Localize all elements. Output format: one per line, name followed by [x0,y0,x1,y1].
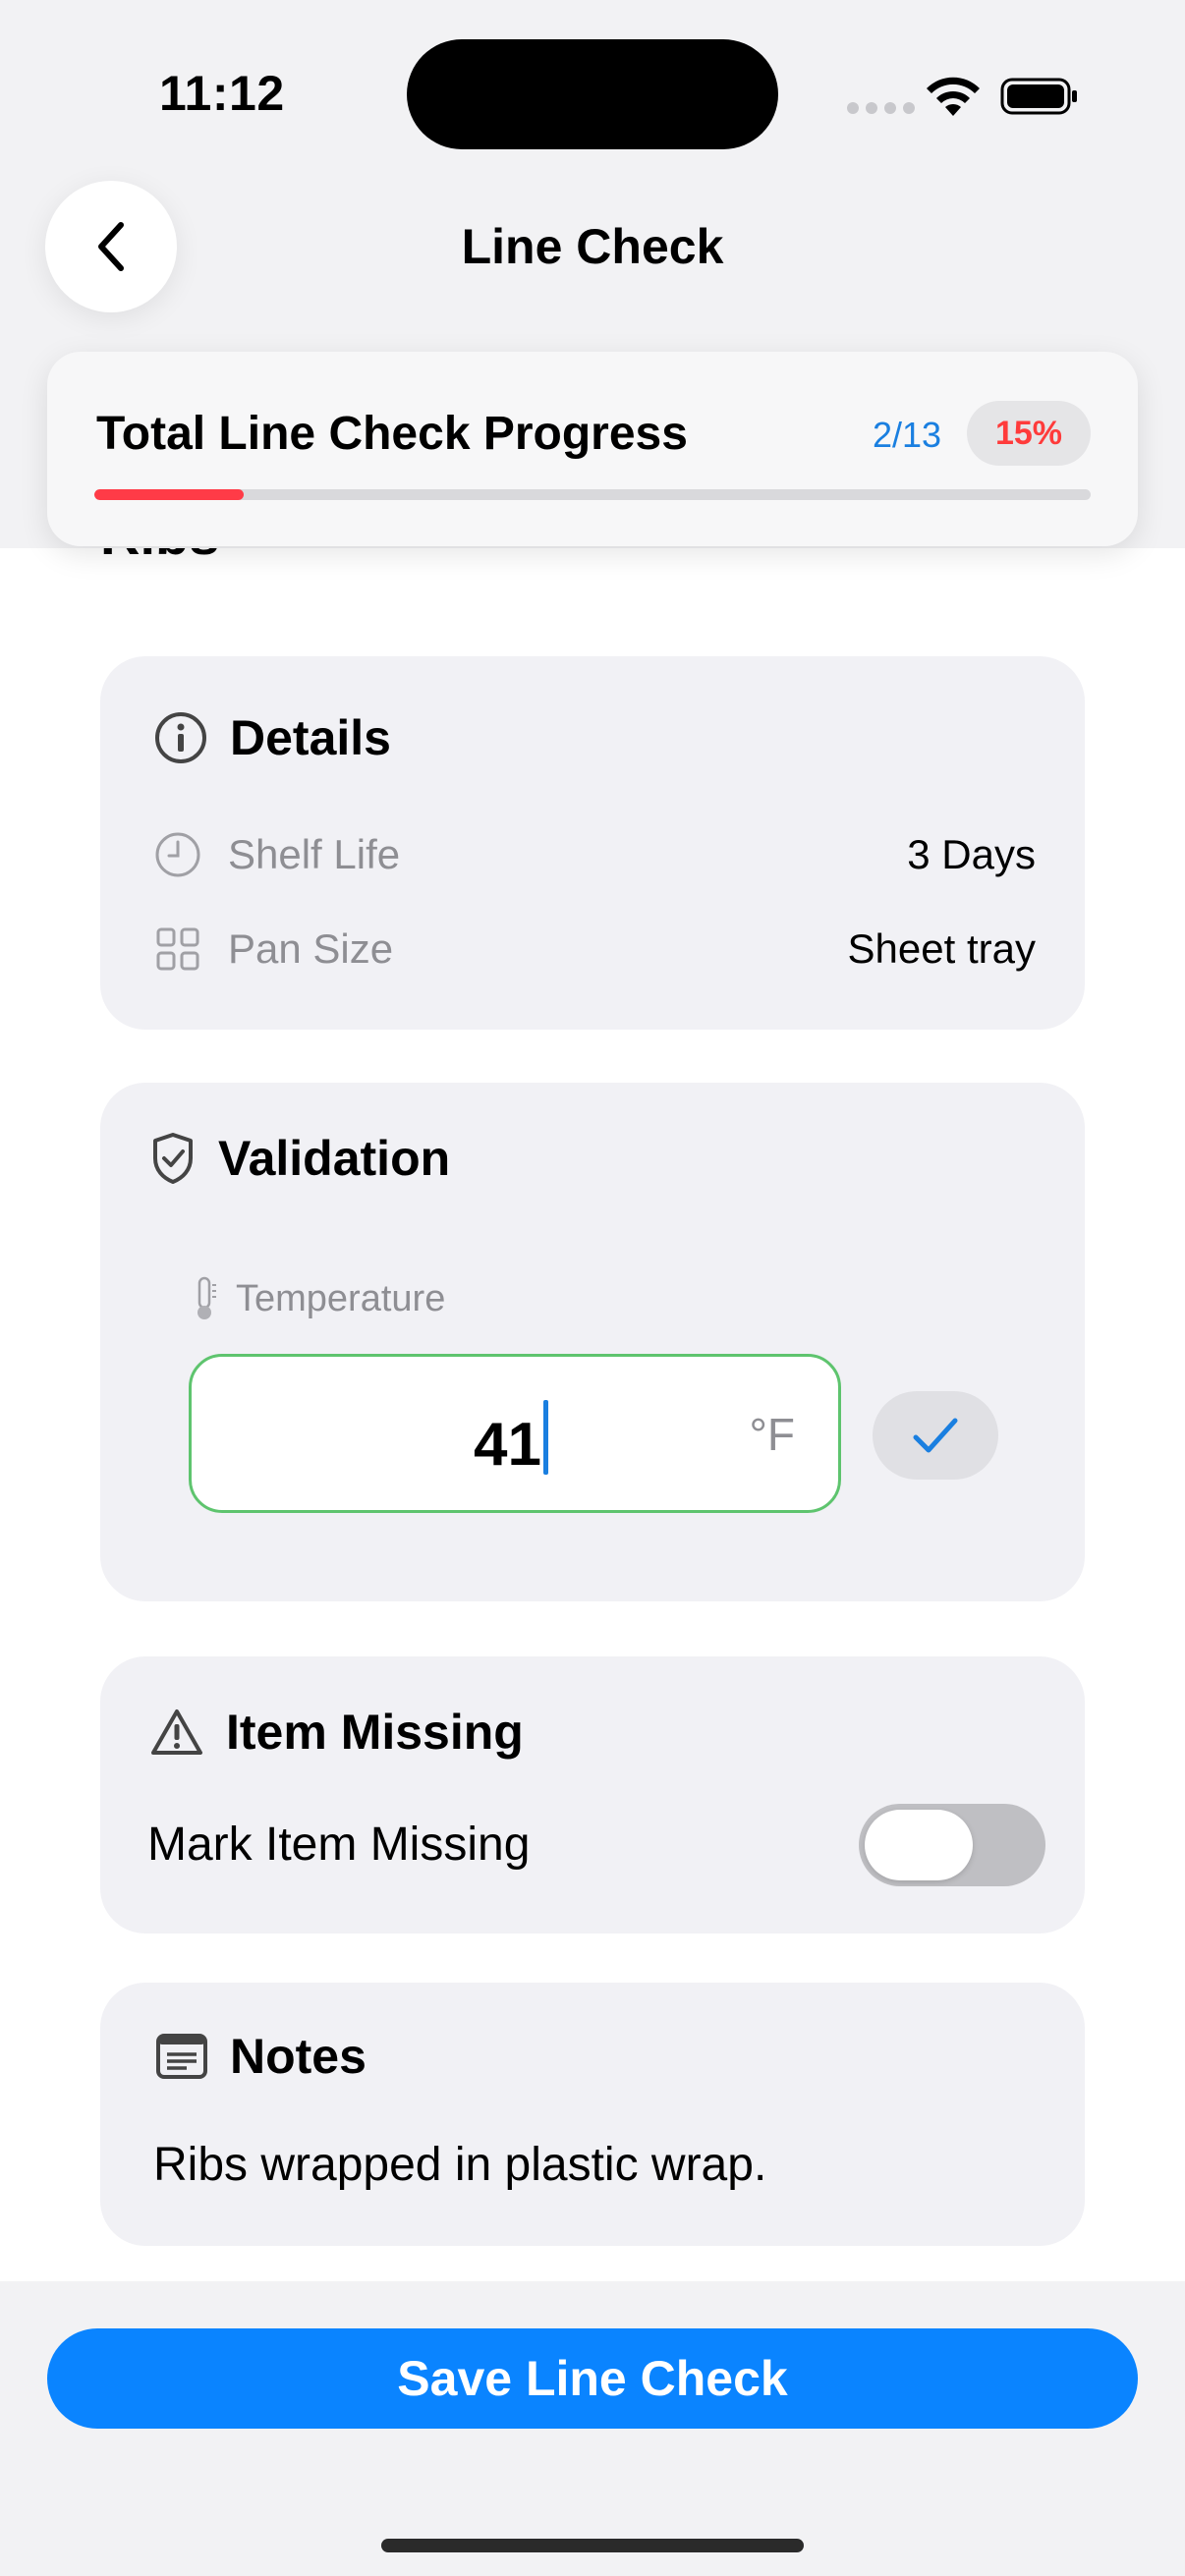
info-circle-icon [155,712,206,763]
pan-size-value: Sheet tray [847,925,1036,972]
temperature-label-row: Temperature [191,1275,445,1322]
notes-card: Notes Ribs wrapped in plastic wrap. [100,1983,1085,2246]
clock-icon [155,832,200,877]
temperature-value-wrap: 41 [192,1400,838,1480]
screen: 11:12 Line Check Ribs Total Line Check P… [0,0,1185,2576]
progress-bar-fill [94,489,245,500]
grid-icon [156,927,199,971]
validation-title: Validation [218,1131,451,1186]
progress-card: Total Line Check Progress 2/13 15% [47,352,1138,546]
temperature-value: 41 [474,1411,541,1479]
mark-missing-label: Mark Item Missing [147,1819,531,1871]
item-missing-card: Item Missing Mark Item Missing [100,1656,1085,1933]
confirm-temperature-button[interactable] [873,1391,998,1480]
progress-count: 2/13 [873,415,942,455]
warning-triangle-icon [151,1709,202,1755]
shelf-life-label: Shelf Life [228,831,401,877]
validation-header: Validation [149,1130,450,1187]
detail-row-shelf-life: Shelf Life 3 Days [153,825,1036,884]
mark-missing-toggle[interactable] [859,1804,1045,1886]
pan-size-label: Pan Size [228,925,394,972]
shield-check-icon [153,1133,193,1184]
notes-text: Ribs wrapped in plastic wrap. [153,2139,767,2191]
notes-title: Notes [230,2029,367,2084]
status-time: 11:12 [159,66,285,121]
dynamic-island [407,39,778,149]
progress-percent-badge: 15% [967,401,1091,466]
thermometer-icon [198,1276,216,1319]
text-cursor [542,1400,548,1475]
checkmark-icon [913,1418,958,1453]
temperature-label: Temperature [236,1277,446,1319]
item-missing-header: Item Missing [149,1704,524,1761]
battery-icon [1000,78,1077,115]
temperature-unit: °F [749,1409,796,1460]
cellular-signal-icon [847,102,915,114]
item-missing-title: Item Missing [226,1705,524,1760]
shelf-life-value: 3 Days [907,831,1036,877]
details-header: Details [153,709,391,766]
page-title: Line Check [461,219,724,274]
detail-row-pan-size: Pan Size Sheet tray [153,920,1036,979]
footer-background [0,2281,1185,2576]
details-card: Details Shelf Life 3 Days Pan Size Sheet… [100,656,1085,1030]
details-title: Details [230,710,391,765]
toggle-knob [865,1810,973,1880]
note-icon [156,2034,207,2079]
validation-card: Validation Temperature 41 °F [100,1083,1085,1601]
notes-header: Notes [155,2028,367,2085]
progress-title: Total Line Check Progress [96,408,688,460]
progress-bar [94,489,1091,500]
temperature-input[interactable]: 41 °F [189,1354,841,1513]
save-line-check-button[interactable]: Save Line Check [47,2328,1138,2429]
wifi-icon [927,77,980,116]
home-indicator [381,2539,804,2552]
